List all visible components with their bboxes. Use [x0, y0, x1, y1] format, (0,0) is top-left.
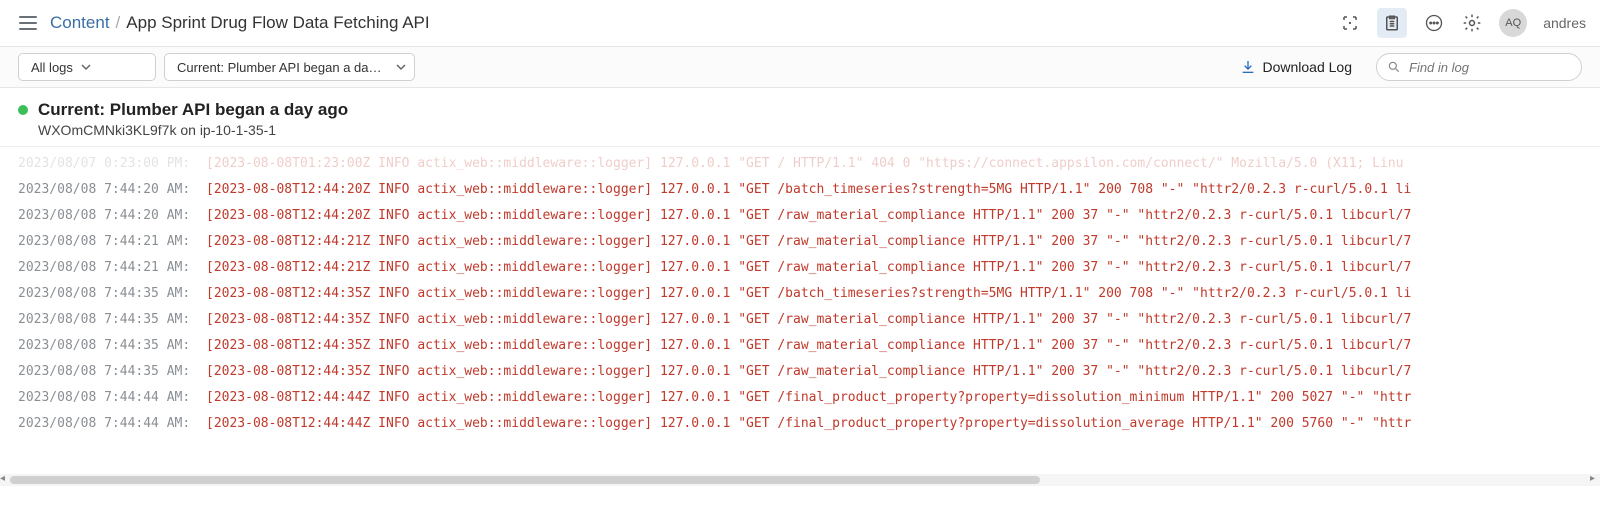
- menu-button[interactable]: [14, 9, 42, 37]
- log-row: 2023/08/08 7:44:21 AM:[2023-08-08T12:44:…: [0, 229, 1600, 255]
- fullscreen-icon[interactable]: [1339, 12, 1361, 34]
- logs-icon[interactable]: [1377, 8, 1407, 38]
- horizontal-scrollbar[interactable]: ◂ ▸: [0, 474, 1600, 486]
- username: andres: [1543, 15, 1586, 31]
- log-timestamp: 2023/08/08 7:44:21 AM:: [0, 255, 206, 281]
- log-timestamp: 2023/08/07 0:23:00 PM:: [0, 151, 206, 177]
- log-message: [2023-08-08T12:44:21Z INFO actix_web::mi…: [206, 229, 1411, 255]
- log-timestamp: 2023/08/08 7:44:44 AM:: [0, 411, 206, 437]
- chevron-down-icon: [81, 62, 91, 72]
- log-message: [2023-08-08T12:44:35Z INFO actix_web::mi…: [206, 281, 1411, 307]
- log-row: 2023/08/08 7:44:35 AM:[2023-08-08T12:44:…: [0, 333, 1600, 359]
- job-filter-select[interactable]: Current: Plumber API began a day …: [164, 53, 415, 81]
- log-viewport[interactable]: 2023/08/07 0:23:00 PM:[2023-08-08T01:23:…: [0, 146, 1600, 474]
- session-title: Current: Plumber API began a day ago: [38, 100, 348, 120]
- scroll-right-arrow-icon[interactable]: ▸: [1590, 473, 1600, 484]
- find-input[interactable]: [1407, 59, 1589, 76]
- log-message: [2023-08-08T01:23:00Z INFO actix_web::mi…: [206, 151, 1403, 177]
- log-row: 2023/08/08 7:44:44 AM:[2023-08-08T12:44:…: [0, 411, 1600, 437]
- scrollbar-thumb[interactable]: [10, 476, 1040, 484]
- gear-icon[interactable]: [1461, 12, 1483, 34]
- session-subtitle: WXOmCMNki3KL9f7k on ip-10-1-35-1: [38, 122, 1582, 138]
- job-filter-label: Current: Plumber API began a day …: [177, 60, 388, 75]
- log-row: 2023/08/07 0:23:00 PM:[2023-08-08T01:23:…: [0, 151, 1600, 177]
- log-message: [2023-08-08T12:44:20Z INFO actix_web::mi…: [206, 203, 1411, 229]
- top-bar: Content / App Sprint Drug Flow Data Fetc…: [0, 0, 1600, 46]
- session-header: Current: Plumber API began a day ago WXO…: [0, 88, 1600, 146]
- log-timestamp: 2023/08/08 7:44:44 AM:: [0, 385, 206, 411]
- log-row: 2023/08/08 7:44:20 AM:[2023-08-08T12:44:…: [0, 203, 1600, 229]
- log-message: [2023-08-08T12:44:35Z INFO actix_web::mi…: [206, 359, 1411, 385]
- log-timestamp: 2023/08/08 7:44:35 AM:: [0, 333, 206, 359]
- chevron-down-icon: [396, 62, 406, 72]
- log-timestamp: 2023/08/08 7:44:20 AM:: [0, 177, 206, 203]
- download-label: Download Log: [1262, 59, 1352, 75]
- log-row: 2023/08/08 7:44:35 AM:[2023-08-08T12:44:…: [0, 359, 1600, 385]
- breadcrumb-link[interactable]: Content: [50, 13, 110, 33]
- search-icon: [1387, 60, 1401, 74]
- log-toolbar: All logs Current: Plumber API began a da…: [0, 46, 1600, 88]
- download-log-button[interactable]: Download Log: [1240, 59, 1352, 75]
- log-timestamp: 2023/08/08 7:44:21 AM:: [0, 229, 206, 255]
- logs-filter-label: All logs: [31, 60, 73, 75]
- log-message: [2023-08-08T12:44:21Z INFO actix_web::mi…: [206, 255, 1411, 281]
- log-timestamp: 2023/08/08 7:44:35 AM:: [0, 281, 206, 307]
- breadcrumb-sep: /: [116, 13, 121, 33]
- breadcrumb-current: App Sprint Drug Flow Data Fetching API: [126, 13, 429, 33]
- log-message: [2023-08-08T12:44:35Z INFO actix_web::mi…: [206, 333, 1411, 359]
- status-dot-icon: [18, 105, 28, 115]
- scroll-left-arrow-icon[interactable]: ◂: [0, 473, 10, 484]
- log-row: 2023/08/08 7:44:44 AM:[2023-08-08T12:44:…: [0, 385, 1600, 411]
- log-timestamp: 2023/08/08 7:44:35 AM:: [0, 307, 206, 333]
- log-row: 2023/08/08 7:44:20 AM:[2023-08-08T12:44:…: [0, 177, 1600, 203]
- find-box[interactable]: [1376, 53, 1582, 81]
- more-icon[interactable]: [1423, 12, 1445, 34]
- avatar[interactable]: AQ: [1499, 9, 1527, 37]
- log-row: 2023/08/08 7:44:35 AM:[2023-08-08T12:44:…: [0, 281, 1600, 307]
- log-message: [2023-08-08T12:44:35Z INFO actix_web::mi…: [206, 307, 1411, 333]
- log-timestamp: 2023/08/08 7:44:20 AM:: [0, 203, 206, 229]
- log-message: [2023-08-08T12:44:20Z INFO actix_web::mi…: [206, 177, 1411, 203]
- log-row: 2023/08/08 7:44:35 AM:[2023-08-08T12:44:…: [0, 307, 1600, 333]
- log-message: [2023-08-08T12:44:44Z INFO actix_web::mi…: [206, 411, 1411, 437]
- log-list: 2023/08/07 0:23:00 PM:[2023-08-08T01:23:…: [0, 147, 1600, 453]
- log-timestamp: 2023/08/08 7:44:35 AM:: [0, 359, 206, 385]
- log-row: 2023/08/08 7:44:21 AM:[2023-08-08T12:44:…: [0, 255, 1600, 281]
- log-message: [2023-08-08T12:44:44Z INFO actix_web::mi…: [206, 385, 1411, 411]
- download-icon: [1240, 59, 1256, 75]
- logs-filter-select[interactable]: All logs: [18, 53, 156, 81]
